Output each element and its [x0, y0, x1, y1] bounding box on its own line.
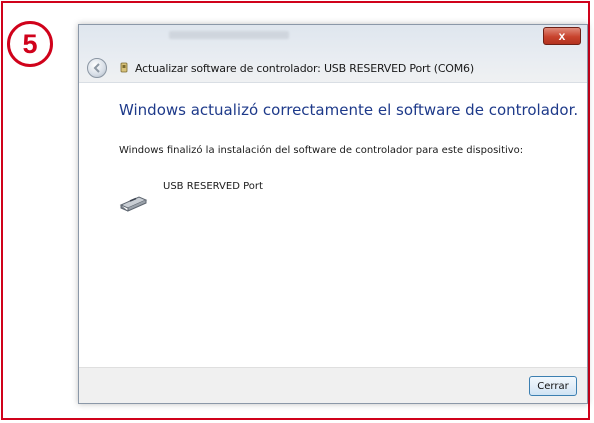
- device-icon: [120, 62, 128, 73]
- close-dialog-button[interactable]: Cerrar: [529, 376, 577, 396]
- dialog-footer: Cerrar: [79, 367, 587, 403]
- step-number-badge: 5: [7, 21, 53, 67]
- dialog-titlebar: Actualizar software de controlador: USB …: [79, 55, 587, 81]
- dialog-title: Actualizar software de controlador: USB …: [135, 61, 474, 75]
- back-arrow-icon: [93, 63, 100, 73]
- step-number: 5: [22, 28, 38, 59]
- driver-update-dialog: x Actualizar software de controlador: US…: [78, 24, 588, 404]
- close-icon: x: [558, 29, 566, 43]
- description-text: Windows finalizó la instalación del soft…: [119, 145, 524, 156]
- success-heading: Windows actualizó correctamente el softw…: [119, 101, 579, 119]
- background-window-title: [169, 31, 289, 39]
- window-close-button[interactable]: x: [543, 27, 581, 45]
- device-name: USB RESERVED Port: [163, 181, 263, 192]
- dialog-content: Windows actualizó correctamente el softw…: [79, 82, 587, 368]
- usb-port-icon: [119, 196, 148, 212]
- back-button[interactable]: [87, 58, 107, 78]
